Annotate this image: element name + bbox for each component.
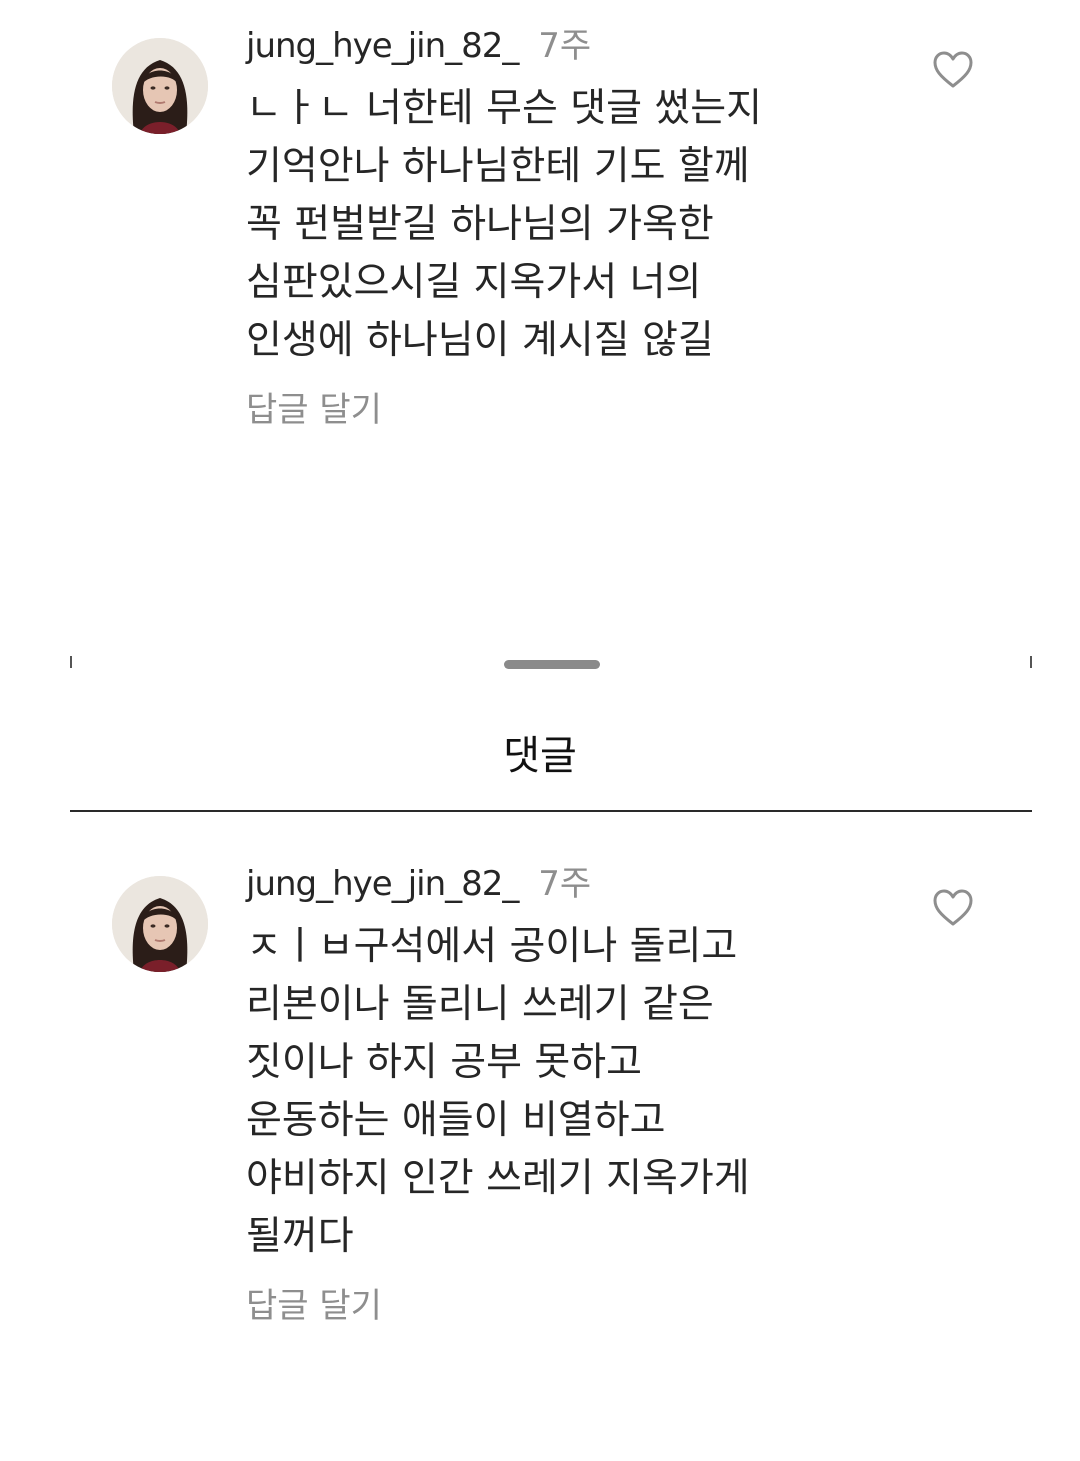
comment-text-line: 심판있으시길 지옥가서 너의 xyxy=(246,260,702,305)
avatar[interactable] xyxy=(112,38,208,134)
reply-button[interactable]: 답글 달기 xyxy=(246,1284,382,1328)
comment-body: jung_hye_jin_82_ 7주 ㄴㅏㄴ 너한테 무슨 댓글 썼는지 기억… xyxy=(246,20,906,432)
edge-mark xyxy=(1030,656,1032,668)
comment-text-line: 인생에 하나님이 계시질 않길 xyxy=(246,318,714,363)
comment-text-line: 기억안나 하나님한테 기도 할께 xyxy=(246,144,750,189)
avatar-image xyxy=(112,38,208,134)
avatar-image xyxy=(112,876,208,972)
comment-text-line: 될꺼다 xyxy=(246,1214,354,1259)
comment-text-line: ㄴㅏㄴ 너한테 무슨 댓글 썼는지 xyxy=(246,86,763,131)
avatar[interactable] xyxy=(112,876,208,972)
edge-mark xyxy=(70,656,72,668)
comment-text: ㅈㅣㅂ구석에서 공이나 돌리고 리본이나 돌리니 쓰레기 같은 짓이나 하지 공… xyxy=(246,918,906,1266)
comment-time: 7주 xyxy=(538,864,592,904)
comment-text-line: ㅈㅣㅂ구석에서 공이나 돌리고 xyxy=(246,924,738,969)
comment-text-line: 야비하지 인간 쓰레기 지옥가게 xyxy=(246,1156,750,1201)
comment-meta: jung_hye_jin_82_ 7주 xyxy=(246,20,906,72)
reply-button[interactable]: 답글 달기 xyxy=(246,388,382,432)
comment-text-line: 꼭 펀벌받길 하나님의 가옥한 xyxy=(246,202,714,247)
heart-outline-icon[interactable] xyxy=(932,888,974,928)
comment-meta: jung_hye_jin_82_ 7주 xyxy=(246,858,906,910)
comment-body: jung_hye_jin_82_ 7주 ㅈㅣㅂ구석에서 공이나 돌리고 리본이나… xyxy=(246,858,906,1328)
username[interactable]: jung_hye_jin_82_ xyxy=(246,864,519,904)
heart-outline-icon[interactable] xyxy=(932,50,974,90)
sheet-title: 댓글 xyxy=(503,733,577,779)
comment-text-line: 리본이나 돌리니 쓰레기 같은 xyxy=(246,982,714,1027)
divider xyxy=(70,810,1032,812)
username[interactable]: jung_hye_jin_82_ xyxy=(246,26,519,66)
sheet-drag-handle[interactable] xyxy=(504,660,600,669)
comment-text: ㄴㅏㄴ 너한테 무슨 댓글 썼는지 기억안나 하나님한테 기도 할께 꼭 펀벌받… xyxy=(246,80,906,370)
comment-text-line: 짓이나 하지 공부 못하고 xyxy=(246,1040,642,1085)
comment-time: 7주 xyxy=(538,26,592,66)
comment-text-line: 운동하는 애들이 비열하고 xyxy=(246,1098,666,1143)
